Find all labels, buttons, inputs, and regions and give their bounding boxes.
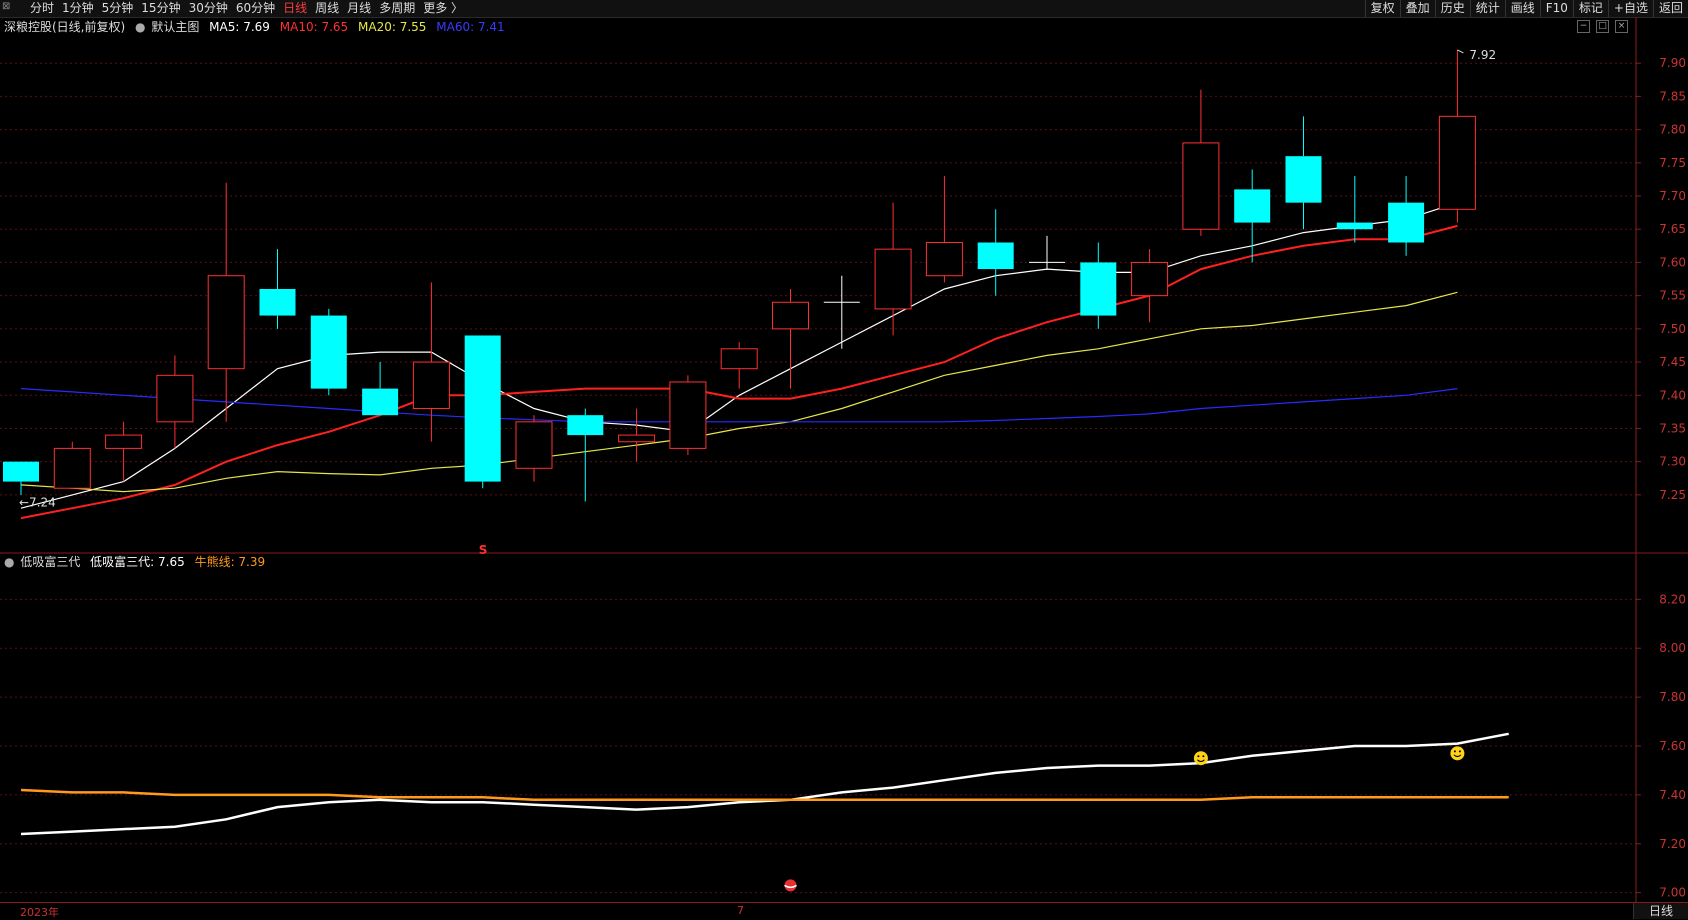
candle <box>515 415 553 482</box>
candle <box>1336 176 1373 243</box>
candle <box>720 342 758 389</box>
period-label[interactable]: 日线 <box>1633 903 1688 919</box>
sub-tick-label: 7.00 <box>1659 886 1686 900</box>
price-tick-label: 7.50 <box>1659 322 1686 336</box>
ma-line-ma60 <box>20 388 1458 423</box>
high-arrow <box>1457 49 1464 54</box>
candle <box>1080 242 1117 329</box>
month-label: 7 <box>737 904 744 917</box>
price-tick-label: 7.65 <box>1659 222 1686 236</box>
candle <box>156 355 194 449</box>
candle <box>3 461 39 495</box>
candle <box>567 408 604 502</box>
smiley-eye <box>1458 750 1461 753</box>
candle-body <box>874 248 912 310</box>
smiley-face <box>1450 746 1465 761</box>
sub-tick-label: 8.00 <box>1659 641 1686 655</box>
smiley-icon <box>1450 746 1465 761</box>
candle-body <box>412 361 450 410</box>
smiley-eye <box>1453 750 1456 753</box>
sub-tick-label: 7.40 <box>1659 788 1686 802</box>
ball-icon <box>784 879 797 892</box>
candle-body <box>207 275 245 370</box>
smiley-icon <box>1193 751 1208 766</box>
candle <box>464 335 501 489</box>
candle <box>412 282 450 442</box>
low-label: ←7.24 <box>19 496 56 510</box>
candle-body <box>1182 142 1220 230</box>
candle <box>1131 249 1169 323</box>
price-tick-label: 7.45 <box>1659 355 1686 369</box>
candle <box>874 202 912 336</box>
candle-body <box>925 242 963 277</box>
price-tick-label: 7.25 <box>1659 488 1686 502</box>
candle <box>207 182 245 422</box>
smiley-eye <box>1197 755 1200 758</box>
candle-body <box>669 381 707 449</box>
candle <box>1438 49 1476 223</box>
candle-body <box>1131 261 1169 297</box>
sub-tick-label: 8.20 <box>1659 592 1686 606</box>
candle-body <box>105 434 143 449</box>
bottom-bar: 2023年 7 日线 <box>0 902 1688 919</box>
candle <box>772 289 809 389</box>
candle-body <box>3 461 39 482</box>
candle <box>105 421 143 482</box>
chart-area[interactable]: 7.25 7.30 7.35 7.40 7.45 7.50 7.55 7.60 7.65 7.70… <box>0 0 1688 902</box>
price-tick-label: 7.60 <box>1659 255 1686 269</box>
price-tick-label: 7.70 <box>1659 189 1686 203</box>
candle-body <box>515 421 553 469</box>
high-label: 7.92 <box>1469 48 1496 62</box>
candle-body <box>720 348 758 370</box>
candle-body <box>156 374 194 423</box>
candle-body <box>259 289 296 316</box>
candle-body <box>1388 202 1425 243</box>
candle <box>362 362 399 416</box>
candle-body <box>1285 156 1322 203</box>
candle-body <box>1080 262 1117 316</box>
candle <box>669 375 707 456</box>
candle <box>618 408 656 462</box>
candle-body <box>464 335 501 482</box>
price-tick-label: 7.55 <box>1659 289 1686 303</box>
ball-body <box>784 879 797 892</box>
candle <box>1388 176 1425 256</box>
candle-body <box>310 315 347 389</box>
price-tick-label: 7.85 <box>1659 89 1686 103</box>
sub-tick-label: 7.80 <box>1659 690 1686 704</box>
candle-body <box>1234 189 1271 223</box>
smiley-face <box>1193 751 1208 766</box>
candle <box>1029 235 1065 270</box>
candle-body <box>362 388 399 416</box>
candle <box>1182 89 1220 236</box>
sub-tick-label: 7.60 <box>1659 739 1686 753</box>
sub-tick-label: 7.20 <box>1659 837 1686 851</box>
price-tick-label: 7.40 <box>1659 388 1686 402</box>
candle <box>310 308 347 396</box>
candle-body <box>567 415 604 436</box>
indicator-line <box>20 732 1509 836</box>
candle-body <box>1336 222 1373 230</box>
candle <box>259 249 296 329</box>
price-tick-label: 7.75 <box>1659 156 1686 170</box>
candle-body <box>53 447 91 489</box>
candle <box>977 209 1014 296</box>
candle-body <box>977 242 1014 270</box>
price-tick-label: 7.35 <box>1659 421 1686 435</box>
price-tick-label: 7.30 <box>1659 455 1686 469</box>
price-tick-label: 7.80 <box>1659 123 1686 137</box>
smiley-eye <box>1202 755 1205 758</box>
signal-marker: S <box>479 543 488 557</box>
candle <box>823 275 860 349</box>
candle <box>53 441 91 489</box>
candle-body <box>618 434 656 443</box>
price-tick-label: 7.90 <box>1659 56 1686 70</box>
candle-body <box>772 301 809 330</box>
candle <box>1285 116 1322 230</box>
candle-body <box>1438 115 1476 210</box>
